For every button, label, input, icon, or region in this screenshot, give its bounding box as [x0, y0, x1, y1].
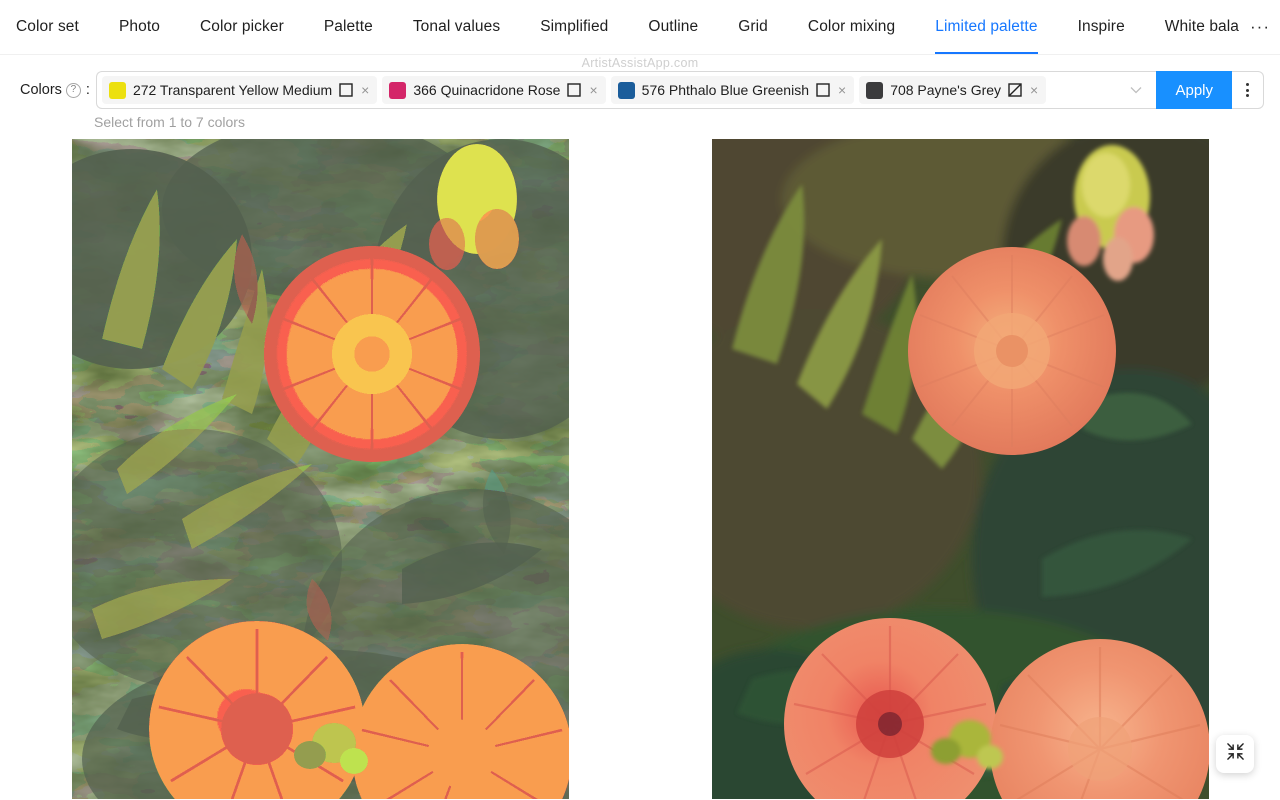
tab-color-mixing[interactable]: Color mixing — [788, 0, 915, 54]
tab-outline[interactable]: Outline — [628, 0, 718, 54]
tab-label: Inspire — [1077, 18, 1125, 35]
tab-tonal-values[interactable]: Tonal values — [393, 0, 520, 54]
tab-inspire[interactable]: Inspire — [1058, 0, 1145, 54]
color-chip[interactable]: 366 Quinacridone Rose × — [382, 76, 606, 104]
tab-label: Simplified — [540, 18, 609, 35]
tab-label: Outline — [648, 18, 699, 35]
close-icon[interactable]: × — [360, 83, 370, 97]
colors-hint: Select from 1 to 7 colors — [94, 114, 245, 130]
colors-toolbar: Colors ? : 272 Transparent Yellow Medium… — [0, 55, 1280, 109]
close-icon[interactable]: × — [837, 83, 847, 97]
tab-label: Color mixing — [807, 18, 896, 35]
color-chip-label: 576 Phthalo Blue Greenish — [641, 82, 809, 98]
color-chip-label: 366 Quinacridone Rose — [413, 82, 561, 98]
tab-list: Color set Photo Color picker Palette Ton… — [0, 0, 1240, 54]
tab-label: Tonal values — [412, 18, 501, 35]
tab-label: Photo — [118, 18, 160, 35]
question-circle-icon[interactable]: ? — [65, 82, 81, 98]
tab-limited-palette[interactable]: Limited palette — [915, 0, 1057, 54]
colors-label-group: Colors ? : — [20, 71, 90, 109]
tab-label: Color picker — [199, 18, 284, 35]
tab-color-picker[interactable]: Color picker — [180, 0, 304, 54]
close-icon[interactable]: × — [588, 83, 598, 97]
main-tab-bar: Color set Photo Color picker Palette Ton… — [0, 0, 1280, 55]
color-swatch — [389, 81, 407, 99]
square-outline-icon[interactable] — [816, 83, 830, 97]
app-root: Color set Photo Color picker Palette Ton… — [0, 0, 1280, 800]
colors-label: Colors — [20, 82, 62, 98]
tab-simplified[interactable]: Simplified — [520, 0, 628, 54]
colors-select-wrapper: 272 Transparent Yellow Medium × 366 Quin… — [95, 71, 1264, 109]
color-chip[interactable]: 708 Payne's Grey × — [859, 76, 1047, 104]
color-swatch — [108, 81, 126, 99]
square-outline-icon[interactable] — [567, 83, 582, 97]
color-swatch — [866, 81, 884, 99]
tab-white-balance[interactable]: White balance — [1145, 0, 1240, 54]
tab-color-set[interactable]: Color set — [0, 0, 99, 54]
apply-button[interactable]: Apply — [1156, 71, 1232, 109]
color-chip[interactable]: 272 Transparent Yellow Medium × — [101, 76, 378, 104]
colors-colon: : — [85, 82, 90, 98]
original-photo[interactable] — [712, 139, 1209, 799]
tab-photo[interactable]: Photo — [99, 0, 180, 54]
limited-palette-preview[interactable] — [72, 139, 569, 799]
color-chip-label: 272 Transparent Yellow Medium — [132, 82, 333, 98]
tab-label: Palette — [323, 18, 373, 35]
color-chip-label: 708 Payne's Grey — [890, 82, 1002, 98]
three-dots-vertical-icon[interactable] — [1232, 71, 1264, 109]
tab-label: Color set — [16, 18, 79, 35]
tab-label: White balance — [1164, 18, 1240, 35]
tab-overflow-icon[interactable]: ··· — [1240, 0, 1280, 54]
chevron-down-icon[interactable] — [1122, 86, 1152, 94]
original-photo-graphic — [712, 139, 1209, 799]
tab-grid[interactable]: Grid — [718, 0, 788, 54]
colors-multiselect[interactable]: 272 Transparent Yellow Medium × 366 Quin… — [95, 71, 1157, 109]
tab-label: Grid — [738, 18, 768, 35]
collapse-button[interactable] — [1216, 735, 1254, 773]
color-swatch — [617, 81, 635, 99]
tab-label: Limited palette — [935, 18, 1038, 35]
image-comparison-area — [0, 139, 1280, 799]
compress-arrows-icon — [1226, 742, 1245, 766]
tab-palette[interactable]: Palette — [304, 0, 393, 54]
tab-overflow-label: ··· — [1250, 17, 1270, 36]
color-chip[interactable]: 576 Phthalo Blue Greenish × — [610, 76, 855, 104]
square-outline-icon[interactable] — [339, 83, 353, 97]
limited-palette-graphic — [72, 139, 569, 799]
square-diagonal-icon[interactable] — [1008, 83, 1022, 97]
close-icon[interactable]: × — [1029, 83, 1039, 97]
dots-glyph — [1246, 83, 1249, 97]
